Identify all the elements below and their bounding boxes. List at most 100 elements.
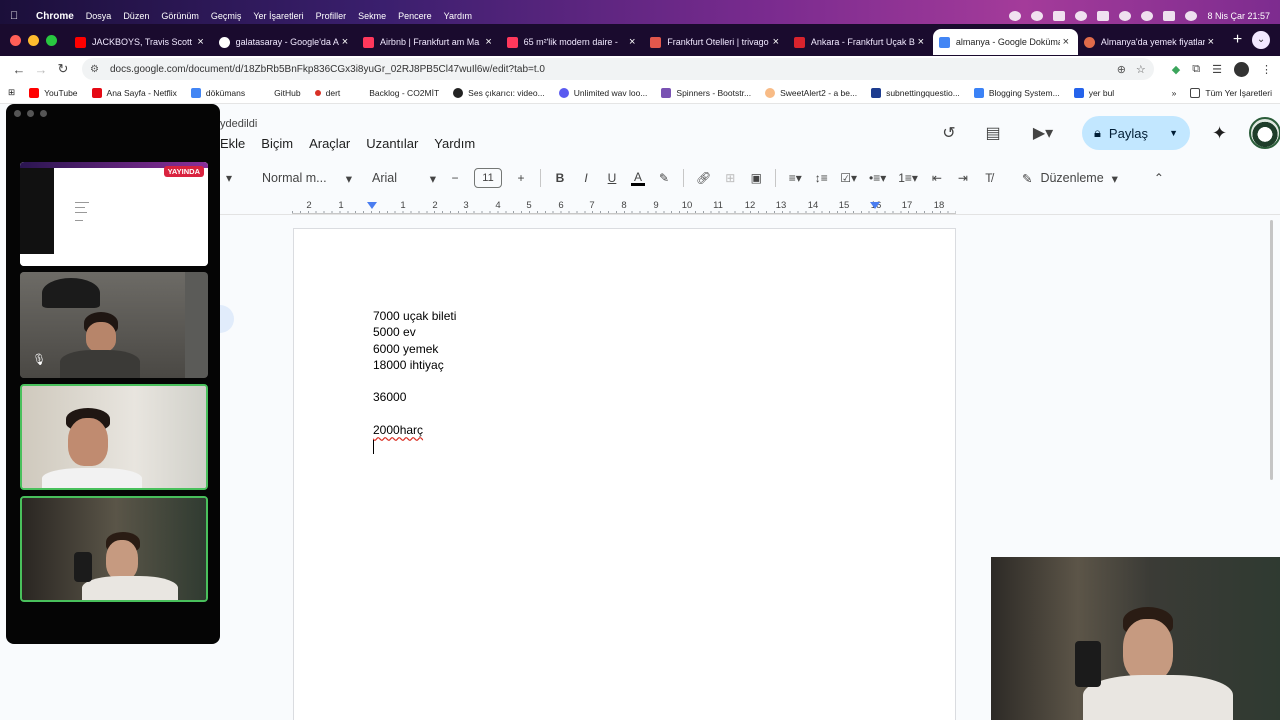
menu-app-name[interactable]: Chrome bbox=[36, 11, 74, 22]
apple-icon[interactable]:  bbox=[10, 10, 24, 22]
vertical-scrollbar[interactable] bbox=[1270, 220, 1273, 480]
meet-icon[interactable]: ▶▾ bbox=[1026, 123, 1060, 143]
url-field[interactable]: ⚙ docs.google.com/document/d/18ZbRb5BnFk… bbox=[82, 58, 1154, 80]
bold-icon[interactable]: B bbox=[553, 171, 567, 185]
participant-tile-active[interactable] bbox=[20, 384, 208, 490]
browser-tab[interactable]: galatasaray - Google'da A × bbox=[213, 29, 357, 55]
decrease-font-icon[interactable]: − bbox=[448, 171, 462, 185]
menu-item-tab[interactable]: Sekme bbox=[358, 11, 386, 21]
bookmark-item[interactable]: Ses çıkarıcı: video... bbox=[453, 87, 545, 98]
menu-clock[interactable]: 8 Nis Çar 21:57 bbox=[1207, 11, 1270, 21]
bullet-list-icon[interactable]: •≡▾ bbox=[869, 171, 886, 185]
font-size-input[interactable]: 11 bbox=[474, 168, 502, 188]
decrease-indent-icon[interactable]: ⇤ bbox=[930, 171, 944, 185]
new-tab-icon[interactable]: + bbox=[1223, 31, 1252, 49]
wifi-icon[interactable] bbox=[1119, 11, 1132, 21]
clear-formatting-icon[interactable]: T̸ bbox=[982, 171, 996, 185]
record-icon[interactable] bbox=[1009, 11, 1022, 21]
menu-item-bookmarks[interactable]: Yer İşaretleri bbox=[253, 11, 303, 21]
chevron-down-icon[interactable]: ▼ bbox=[1169, 128, 1178, 138]
left-indent-marker[interactable] bbox=[367, 202, 377, 209]
menu-tools[interactable]: Araçlar bbox=[309, 136, 350, 151]
checklist-icon[interactable]: ☑▾ bbox=[840, 171, 857, 185]
browser-tab[interactable]: JACKBOYS, Travis Scott × bbox=[69, 29, 213, 55]
increase-indent-icon[interactable]: ⇥ bbox=[956, 171, 970, 185]
bookmark-item[interactable]: YouTube bbox=[29, 87, 78, 98]
underline-icon[interactable]: U bbox=[605, 171, 619, 185]
menu-item-edit[interactable]: Düzen bbox=[123, 11, 149, 21]
back-icon[interactable]: ← bbox=[8, 62, 30, 77]
add-comment-icon[interactable]: ⊞ bbox=[723, 171, 737, 185]
menu-item-help[interactable]: Yardım bbox=[444, 11, 472, 21]
profile-avatar[interactable] bbox=[1234, 61, 1249, 77]
highlight-icon[interactable]: ✎ bbox=[657, 171, 671, 185]
italic-icon[interactable]: I bbox=[579, 171, 593, 185]
close-tab-icon[interactable]: × bbox=[770, 36, 782, 48]
zoom-window-icon[interactable] bbox=[46, 34, 57, 46]
document-body[interactable]: 7000 uçak bileti 5000 ev 6000 yemek 1800… bbox=[373, 308, 456, 455]
puzzle-icon[interactable]: ⧉ bbox=[1192, 63, 1200, 76]
all-bookmarks-folder[interactable]: Tüm Yer İşaretleri bbox=[1190, 87, 1272, 98]
display-icon[interactable] bbox=[1053, 11, 1066, 21]
site-info-icon[interactable]: ⚙ bbox=[90, 64, 104, 75]
battery-icon[interactable] bbox=[1097, 11, 1110, 21]
browser-tab[interactable]: Frankfurt Otelleri | trivago × bbox=[644, 29, 788, 55]
bookmark-item[interactable]: Spinners - Bootstr... bbox=[661, 87, 751, 98]
play-icon[interactable] bbox=[1075, 11, 1088, 21]
participant-tile-active[interactable] bbox=[20, 496, 208, 602]
menu-format[interactable]: Biçim bbox=[261, 136, 293, 151]
editing-mode-select[interactable]: ✎ Düzenleme ▾ bbox=[1022, 171, 1118, 186]
bookmark-item[interactable]: Ana Sayfa - Netflix bbox=[91, 87, 177, 98]
right-indent-marker[interactable] bbox=[870, 202, 880, 209]
minimize-window-icon[interactable] bbox=[27, 110, 34, 117]
browser-tab-active[interactable]: almanya - Google Dokümanlar × bbox=[932, 29, 1078, 55]
browser-tab[interactable]: Ankara - Frankfurt Uçak B × bbox=[788, 29, 933, 55]
screen-share-icon[interactable] bbox=[1031, 11, 1044, 21]
increase-font-icon[interactable]: + bbox=[514, 171, 528, 185]
close-tab-icon[interactable]: × bbox=[339, 36, 351, 48]
close-tab-icon[interactable]: × bbox=[195, 36, 207, 48]
bookmarks-overflow-icon[interactable]: » bbox=[1172, 88, 1177, 98]
bookmark-star-icon[interactable]: ☆ bbox=[1136, 63, 1146, 76]
menu-item-history[interactable]: Geçmiş bbox=[211, 11, 242, 21]
menu-item-profiles[interactable]: Profiller bbox=[316, 11, 347, 21]
horizontal-ruler[interactable]: 2 1 1 2 3 4 5 6 7 8 9 10 11 12 13 14 15 … bbox=[292, 200, 956, 214]
menu-extensions[interactable]: Uzantılar bbox=[366, 136, 418, 151]
menu-help[interactable]: Yardım bbox=[434, 136, 475, 151]
close-tab-icon[interactable]: × bbox=[483, 36, 495, 48]
bookmark-item[interactable]: Backlog - CO2MİT bbox=[354, 87, 439, 98]
bookmark-item[interactable]: Blogging System... bbox=[973, 87, 1060, 98]
more-menu-icon[interactable]: ⋮ bbox=[1261, 63, 1272, 76]
reload-icon[interactable]: ↻ bbox=[52, 61, 74, 77]
account-avatar[interactable] bbox=[1249, 117, 1280, 149]
text-color-icon[interactable]: A bbox=[631, 171, 645, 186]
close-tab-icon[interactable]: × bbox=[1060, 36, 1072, 48]
bookmark-item[interactable]: GitHub bbox=[259, 87, 301, 98]
browser-tab[interactable]: 65 m²'lik modern daire - × bbox=[501, 29, 645, 55]
menu-item-window[interactable]: Pencere bbox=[398, 11, 432, 21]
menu-item-file[interactable]: Dosya bbox=[86, 11, 112, 21]
siri-icon[interactable] bbox=[1185, 11, 1198, 21]
bookmark-item[interactable]: dert bbox=[314, 88, 340, 98]
browser-tab[interactable]: Almanya'da yemek fiyatları × bbox=[1078, 29, 1223, 55]
close-tab-icon[interactable]: × bbox=[915, 36, 927, 48]
reading-list-icon[interactable]: ☰ bbox=[1212, 63, 1222, 76]
zoom-window-icon[interactable] bbox=[40, 110, 47, 117]
close-window-icon[interactable] bbox=[14, 110, 21, 117]
control-center-icon[interactable] bbox=[1163, 11, 1176, 21]
insert-image-icon[interactable]: ▣ bbox=[749, 171, 763, 185]
extension-icon[interactable]: ◆ bbox=[1172, 63, 1180, 76]
menu-insert[interactable]: Ekle bbox=[220, 136, 245, 151]
version-history-icon[interactable]: ↺ bbox=[938, 123, 960, 143]
browser-tab[interactable]: Airbnb | Frankfurt am Ma × bbox=[357, 29, 501, 55]
link-icon[interactable]: 🔗︎ bbox=[696, 171, 711, 185]
collapse-menus-icon[interactable]: ⌃ bbox=[1152, 171, 1166, 185]
search-icon[interactable] bbox=[1141, 11, 1154, 21]
screen-share-tile[interactable]: YAYINDA bbox=[20, 162, 208, 266]
bookmark-item[interactable]: SweetAlert2 - a be... bbox=[765, 87, 857, 98]
style-select[interactable]: Normal m... ▾ bbox=[262, 171, 352, 186]
apps-grid-icon[interactable]: ⊞ bbox=[8, 87, 15, 98]
bookmark-item[interactable]: dökümans bbox=[190, 87, 245, 98]
minimize-window-icon[interactable] bbox=[28, 34, 39, 46]
share-button[interactable]: 🔒︎ Paylaş ▼ bbox=[1082, 116, 1190, 150]
